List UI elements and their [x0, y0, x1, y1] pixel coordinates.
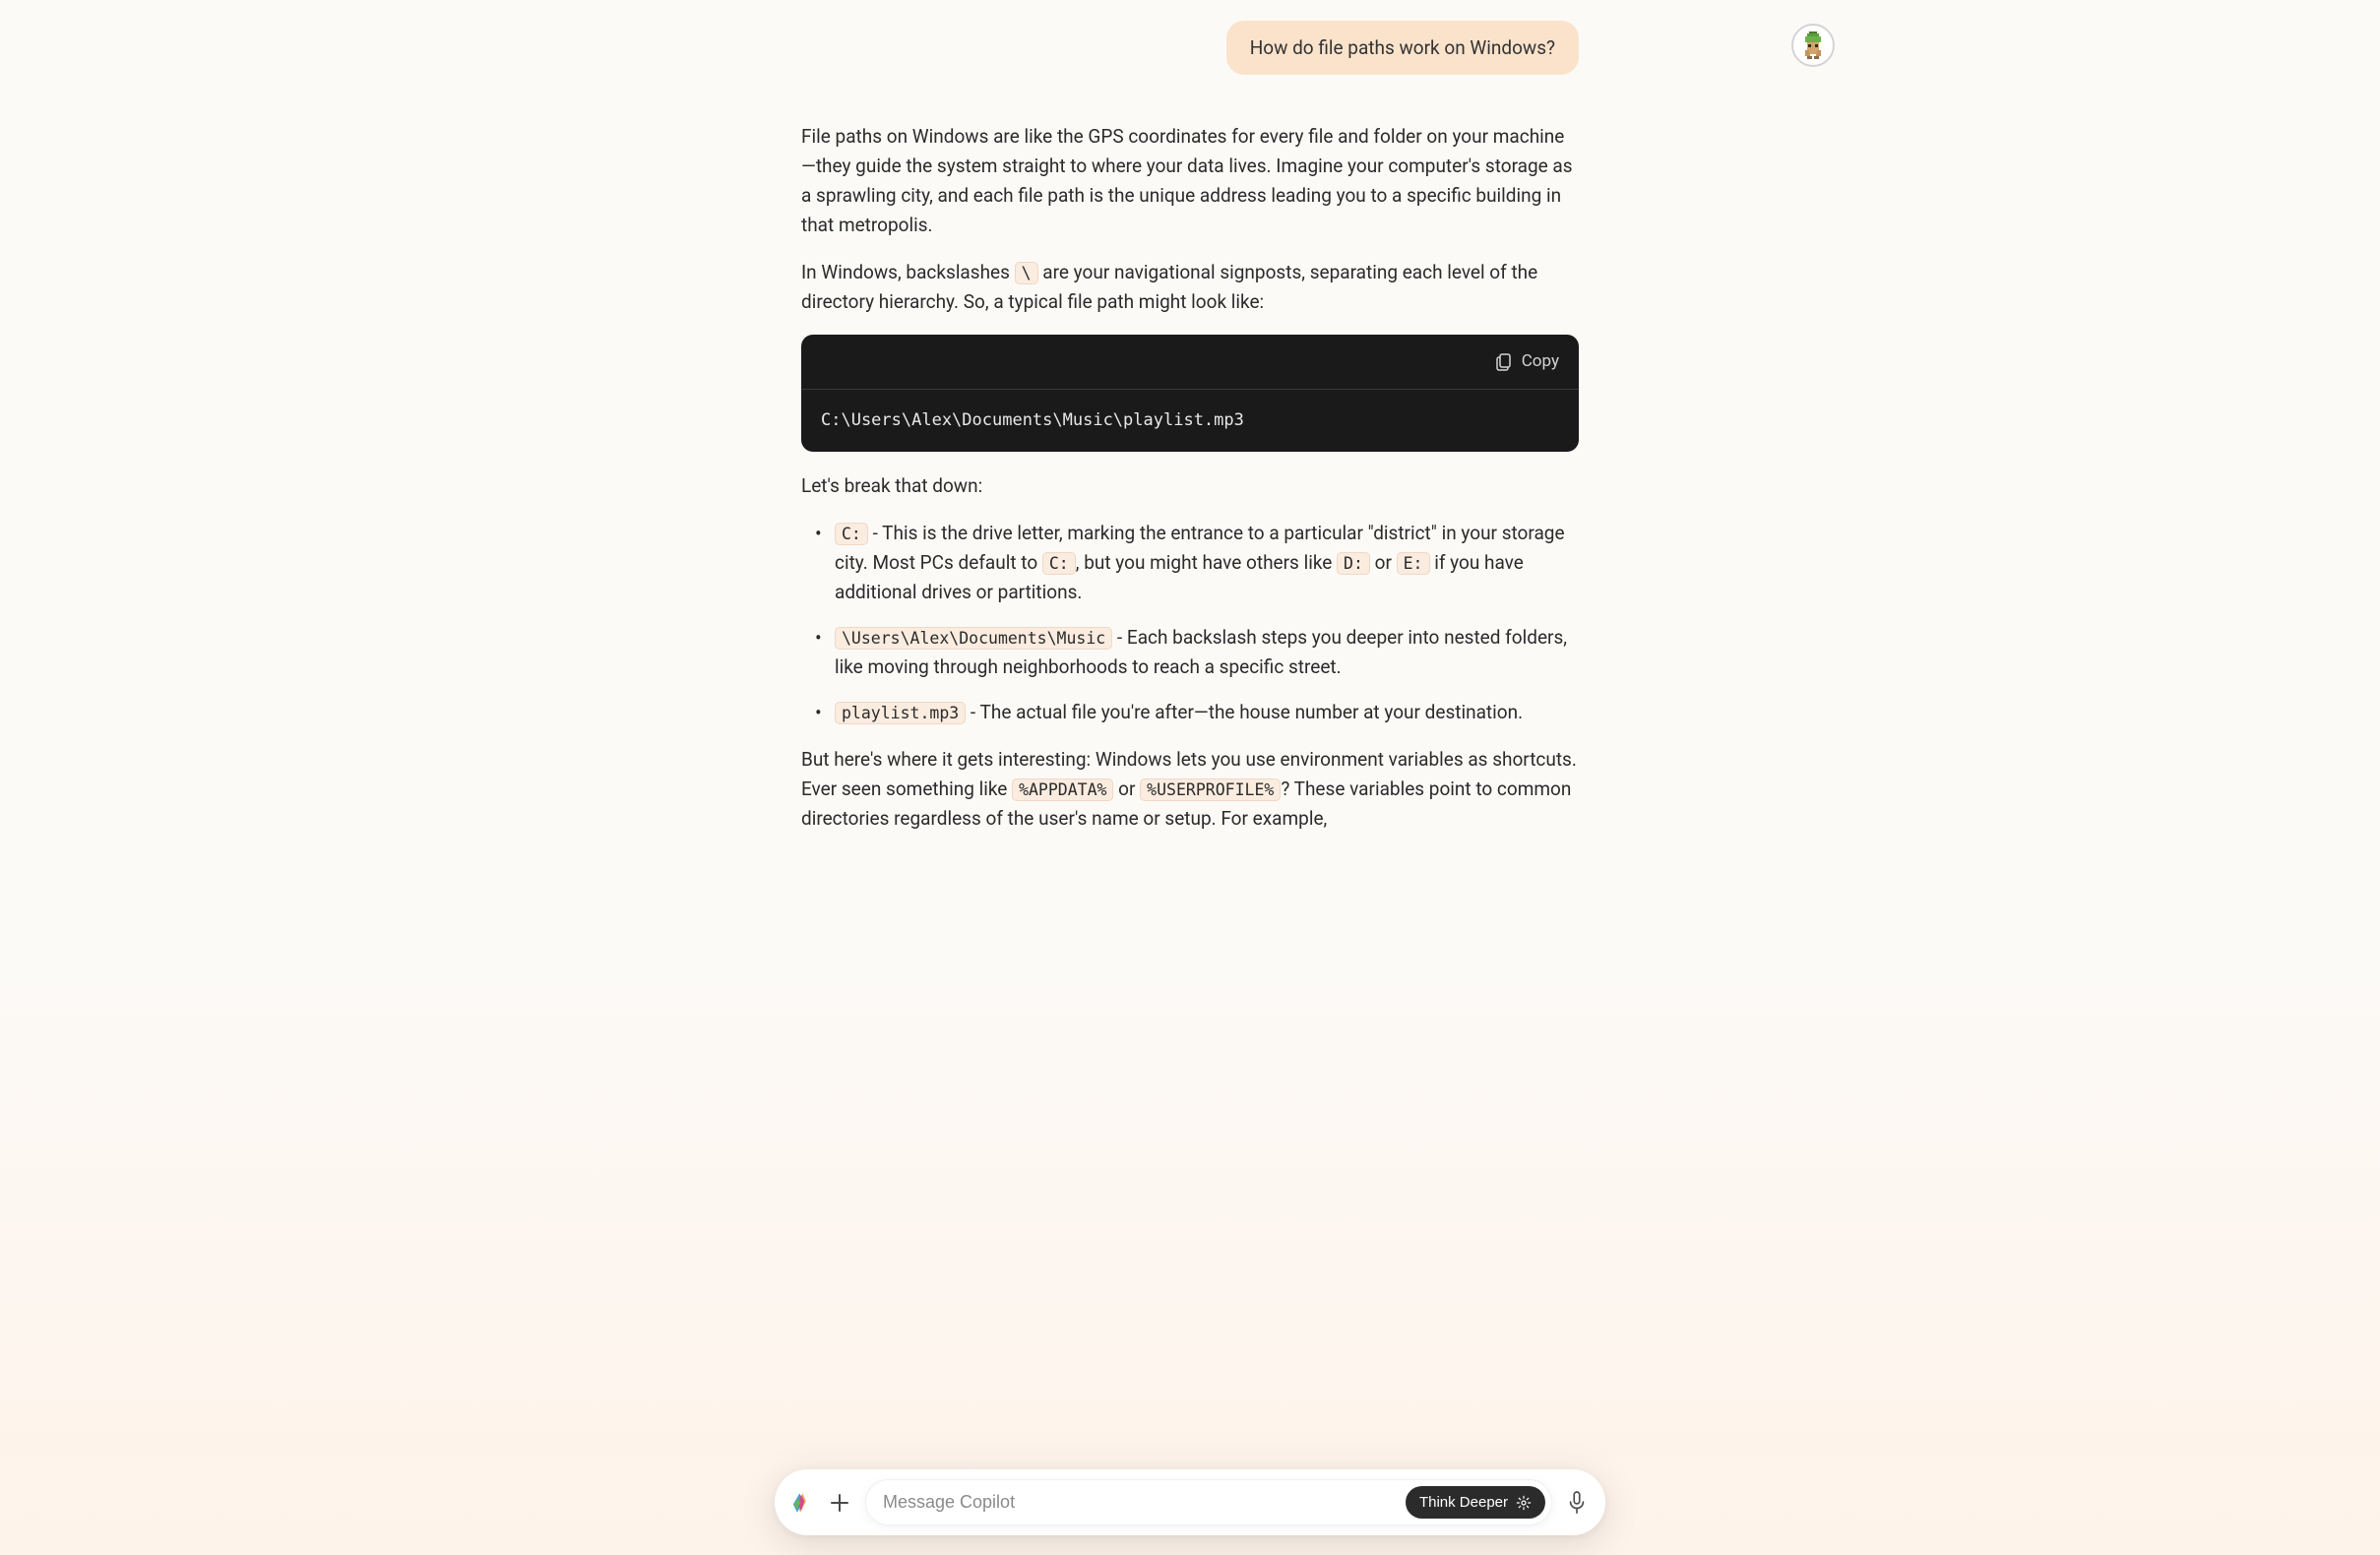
user-message-text: How do file paths work on Windows?	[1250, 36, 1555, 59]
avatar-sprite-icon	[1797, 30, 1829, 61]
inline-code-file: playlist.mp3	[835, 702, 966, 724]
input-bar: Think Deeper	[775, 1469, 1605, 1535]
assistant-paragraph-2: In Windows, backslashes \ are your navig…	[801, 258, 1579, 317]
list-item: \Users\Alex\Documents\Music - Each backs…	[801, 623, 1579, 682]
breakdown-list: C: - This is the drive letter, marking t…	[801, 519, 1579, 727]
inline-code-d: D:	[1337, 552, 1370, 575]
copilot-logo-icon[interactable]	[788, 1490, 814, 1516]
plus-icon[interactable]	[828, 1491, 851, 1515]
inline-code-drive: C:	[835, 523, 868, 545]
inline-code-path: \Users\Alex\Documents\Music	[835, 627, 1112, 650]
inline-code-userprofile: %USERPROFILE%	[1140, 778, 1281, 801]
inline-code-e: E:	[1397, 552, 1430, 575]
user-avatar[interactable]	[1791, 24, 1835, 67]
list-item: C: - This is the drive letter, marking t…	[801, 519, 1579, 607]
fade-overlay	[0, 1398, 2380, 1457]
assistant-message: File paths on Windows are like the GPS c…	[801, 122, 1579, 834]
gear-icon	[1516, 1495, 1532, 1511]
inline-code-backslash: \	[1015, 262, 1038, 284]
think-deeper-label: Think Deeper	[1419, 1494, 1508, 1511]
message-input[interactable]	[883, 1492, 1394, 1513]
copy-icon[interactable]	[1496, 353, 1512, 371]
think-deeper-button[interactable]: Think Deeper	[1406, 1486, 1545, 1519]
microphone-icon[interactable]	[1566, 1490, 1588, 1516]
user-message-row: How do file paths work on Windows?	[801, 21, 1579, 75]
assistant-paragraph-3: Let's break that down:	[801, 471, 1579, 501]
user-message-bubble: How do file paths work on Windows?	[1226, 21, 1579, 75]
input-field-wrapper: Think Deeper	[865, 1479, 1552, 1525]
assistant-paragraph-1: File paths on Windows are like the GPS c…	[801, 122, 1579, 240]
code-block: Copy C:\Users\Alex\Documents\Music\playl…	[801, 335, 1579, 452]
chat-container: How do file paths work on Windows? File …	[801, 0, 1579, 969]
copy-button-label[interactable]: Copy	[1522, 348, 1559, 375]
code-block-header: Copy	[801, 335, 1579, 390]
code-block-content: C:\Users\Alex\Documents\Music\playlist.m…	[801, 390, 1579, 452]
inline-code-c: C:	[1042, 552, 1076, 575]
list-item: playlist.mp3 - The actual file you're af…	[801, 698, 1579, 727]
inline-code-appdata: %APPDATA%	[1012, 778, 1113, 801]
assistant-paragraph-4: But here's where it gets interesting: Wi…	[801, 745, 1579, 834]
